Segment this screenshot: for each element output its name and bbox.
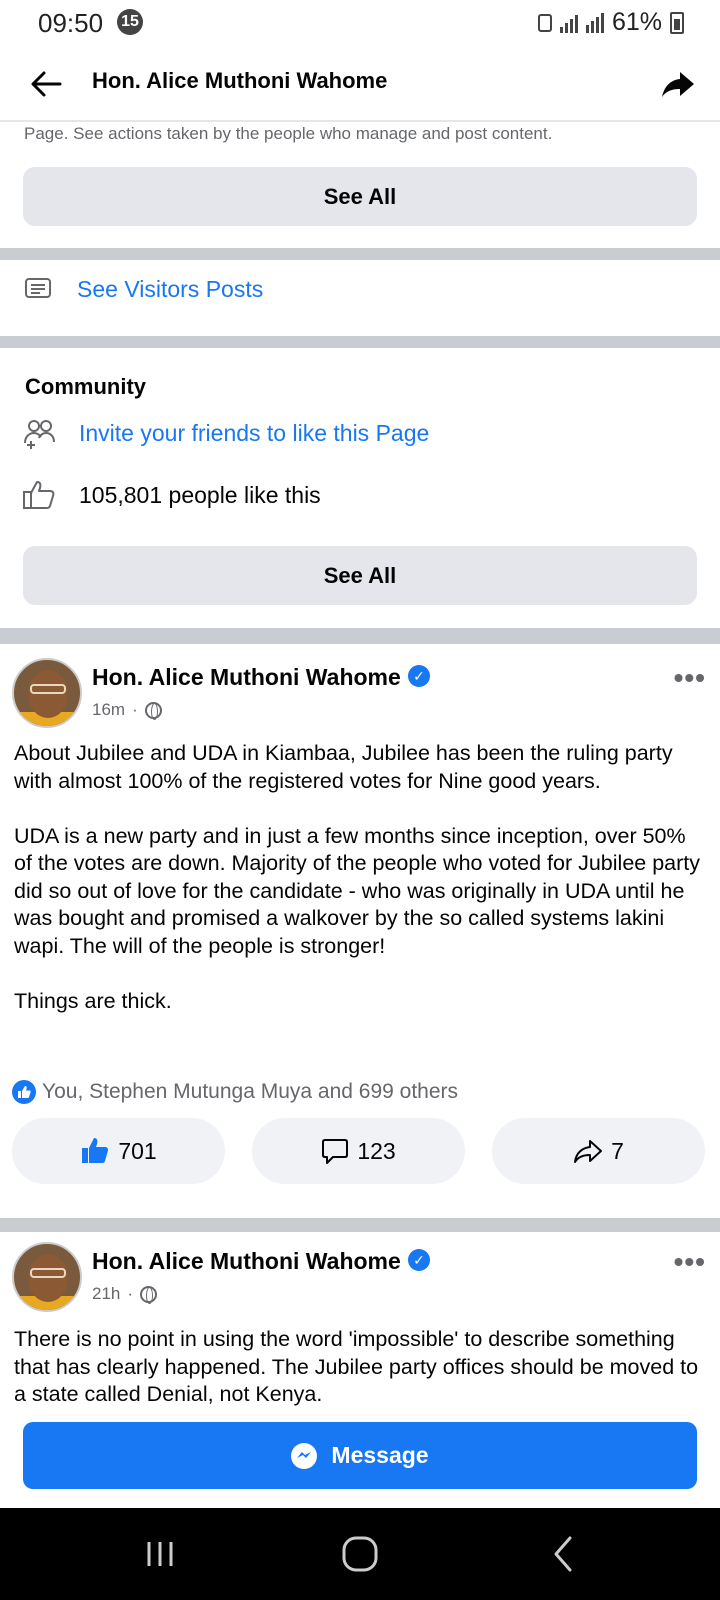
message-button-label: Message <box>331 1442 429 1468</box>
section-divider <box>0 336 720 348</box>
section-divider <box>0 1218 720 1232</box>
post-timestamp[interactable]: 21h <box>92 1284 120 1304</box>
status-time: 09:50 <box>38 8 104 38</box>
people-plus-icon <box>24 420 55 449</box>
messenger-icon <box>291 1442 318 1469</box>
back-nav-button[interactable] <box>534 1528 594 1580</box>
see-visitors-posts-link[interactable]: See Visitors Posts <box>77 276 263 303</box>
notification-count-badge: 15 <box>117 9 143 35</box>
section-divider <box>0 248 720 260</box>
post-author-name[interactable]: Hon. Alice Muthoni Wahome <box>92 1248 401 1275</box>
comment-count: 123 <box>357 1137 396 1164</box>
app-header: Hon. Alice Muthoni Wahome <box>0 46 720 122</box>
data-signal-icon <box>585 12 604 33</box>
post-card: Hon. Alice Muthoni Wahome ✓ 16m · ••• Ab… <box>0 644 720 1194</box>
post-meta: 21h · <box>92 1284 158 1304</box>
transparency-text: Page. See actions taken by the people wh… <box>24 124 553 143</box>
meta-separator: · <box>132 700 138 719</box>
recent-apps-button[interactable] <box>131 1528 191 1580</box>
home-icon <box>342 1536 378 1572</box>
share-count: 7 <box>611 1137 624 1164</box>
post-author-name[interactable]: Hon. Alice Muthoni Wahome <box>92 664 401 691</box>
battery-percentage: 61% <box>611 8 662 36</box>
verified-check-icon: ✓ <box>408 1249 430 1271</box>
page-likes-count: 105,801 people like this <box>79 482 321 508</box>
verified-check-icon: ✓ <box>408 665 430 687</box>
chevron-left-icon <box>554 1536 572 1572</box>
transparency-see-all-button[interactable]: See All <box>23 167 697 226</box>
like-count: 701 <box>118 1137 157 1164</box>
meta-separator: · <box>127 1284 134 1303</box>
community-see-all-button[interactable]: See All <box>23 546 697 605</box>
post-text: About Jubilee and UDA in Kiambaa, Jubile… <box>14 741 701 1013</box>
signal-icon <box>559 13 578 33</box>
message-button[interactable]: Message <box>23 1422 697 1489</box>
like-reaction-icon <box>12 1080 36 1104</box>
document-lines-icon <box>25 278 51 298</box>
invite-friends-link[interactable]: Invite your friends to like this Page <box>79 420 429 447</box>
page-title: Hon. Alice Muthoni Wahome <box>92 68 388 93</box>
post-timestamp[interactable]: 16m <box>92 700 125 720</box>
author-avatar[interactable] <box>12 1242 82 1312</box>
alarm-icon <box>537 13 552 32</box>
system-navigation-bar <box>0 1508 720 1600</box>
speech-bubble-icon <box>322 1139 349 1164</box>
comment-button[interactable]: 123 <box>252 1118 465 1184</box>
page-content[interactable]: Page. See actions taken by the people wh… <box>0 122 720 1508</box>
home-button[interactable] <box>330 1528 390 1580</box>
section-divider <box>0 628 720 644</box>
arrow-left-icon <box>31 71 62 97</box>
share-button[interactable] <box>658 64 698 104</box>
recent-apps-icon <box>147 1542 173 1566</box>
author-avatar[interactable] <box>12 658 82 728</box>
post-meta: 16m · <box>92 700 162 720</box>
globe-icon <box>140 1285 158 1304</box>
community-heading: Community <box>25 374 146 399</box>
see-visitors-posts-row[interactable]: See Visitors Posts <box>0 260 720 318</box>
more-horizontal-icon[interactable]: ••• <box>674 1246 706 1278</box>
share-post-button[interactable]: 7 <box>492 1118 705 1184</box>
globe-icon <box>144 701 162 720</box>
more-horizontal-icon[interactable]: ••• <box>674 662 706 694</box>
thumbs-up-outline-icon <box>23 481 55 509</box>
post-text: There is no point in using the word 'imp… <box>14 1327 705 1406</box>
like-button[interactable]: 701 <box>12 1118 225 1184</box>
back-button[interactable] <box>26 64 66 104</box>
share-arrow-icon <box>662 72 694 97</box>
post-reactions-summary[interactable]: You, Stephen Mutunga Muya and 699 others <box>12 1080 458 1104</box>
reactions-text: You, Stephen Mutunga Muya and 699 others <box>42 1080 459 1103</box>
share-outline-icon <box>574 1140 603 1163</box>
invite-friends-row[interactable]: Invite your friends to like this Page <box>0 412 720 456</box>
page-likes-row: 105,801 people like this <box>0 474 720 518</box>
status-indicators: 61% <box>537 8 684 37</box>
thumbs-up-filled-icon <box>82 1138 109 1163</box>
status-bar: 09:50 15 61% <box>0 0 720 46</box>
battery-icon <box>670 11 684 34</box>
